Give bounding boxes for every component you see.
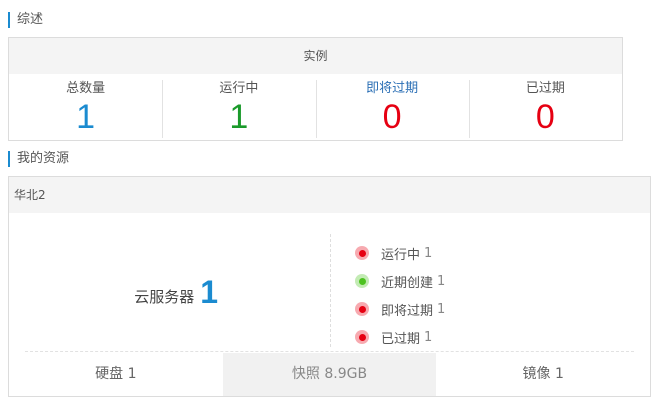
stat-running: 运行中 1: [162, 74, 315, 140]
cloud-server-count[interactable]: 1: [200, 274, 218, 311]
stat-total: 总数量 1: [9, 74, 162, 140]
horizontal-divider: [25, 351, 634, 352]
stat-running-label: 运行中: [219, 81, 259, 96]
status-dot-icon: [355, 274, 369, 288]
stat-expiring-label[interactable]: 即将过期: [316, 80, 469, 98]
stat-expired-value[interactable]: 0: [469, 98, 622, 136]
status-expired[interactable]: 已过期 1: [355, 323, 445, 351]
status-label: 即将过期: [381, 303, 434, 319]
status-count: 1: [424, 245, 433, 261]
stat-total-value[interactable]: 1: [9, 98, 162, 136]
status-list: 运行中 1 近期创建 1 即将过期 1 已过期 1: [355, 239, 445, 351]
tab-disks[interactable]: 硬盘 1: [9, 353, 223, 396]
tab-images[interactable]: 镜像 1: [436, 353, 650, 396]
status-expiring[interactable]: 即将过期 1: [355, 295, 445, 323]
status-running[interactable]: 运行中 1: [355, 239, 445, 267]
stat-total-label: 总数量: [66, 81, 106, 96]
resource-tabs: 硬盘 1 快照 8.9GB 镜像 1: [9, 353, 650, 396]
cloud-server-label: 云服务器: [134, 287, 195, 306]
status-label: 近期创建: [381, 275, 434, 291]
tab-snapshots[interactable]: 快照 8.9GB: [222, 353, 437, 396]
stats-row: 总数量 1 运行中 1 即将过期 0 已过期 0: [9, 74, 622, 140]
cloud-server-summary[interactable]: 云服务器 1: [9, 234, 329, 350]
stat-expiring: 即将过期 0: [315, 74, 469, 140]
stat-expired: 已过期 0: [468, 74, 622, 140]
status-label: 运行中: [381, 247, 421, 263]
status-dot-icon: [355, 330, 369, 344]
status-dot-icon: [355, 302, 369, 316]
status-count: 1: [437, 301, 446, 317]
stat-expired-label: 已过期: [525, 81, 565, 96]
stat-running-value[interactable]: 1: [162, 98, 315, 136]
status-dot-icon: [355, 246, 369, 260]
vertical-divider: [330, 234, 331, 347]
resources-section-title: 我的资源: [8, 151, 69, 167]
stat-expiring-value[interactable]: 0: [316, 98, 469, 136]
overview-panel: 实例 总数量 1 运行中 1 即将过期 0 已过期 0: [8, 37, 623, 141]
resources-panel: 华北2 云服务器 1 运行中 1 近期创建 1 即将过期 1 已过期 1 硬盘 …: [8, 176, 651, 397]
status-count: 1: [424, 329, 433, 345]
status-count: 1: [437, 273, 446, 289]
overview-section-title: 综述: [8, 12, 43, 28]
instances-header: 实例: [9, 38, 622, 74]
status-recently-created[interactable]: 近期创建 1: [355, 267, 445, 295]
status-label: 已过期: [381, 331, 421, 347]
region-header: 华北2: [9, 177, 650, 213]
